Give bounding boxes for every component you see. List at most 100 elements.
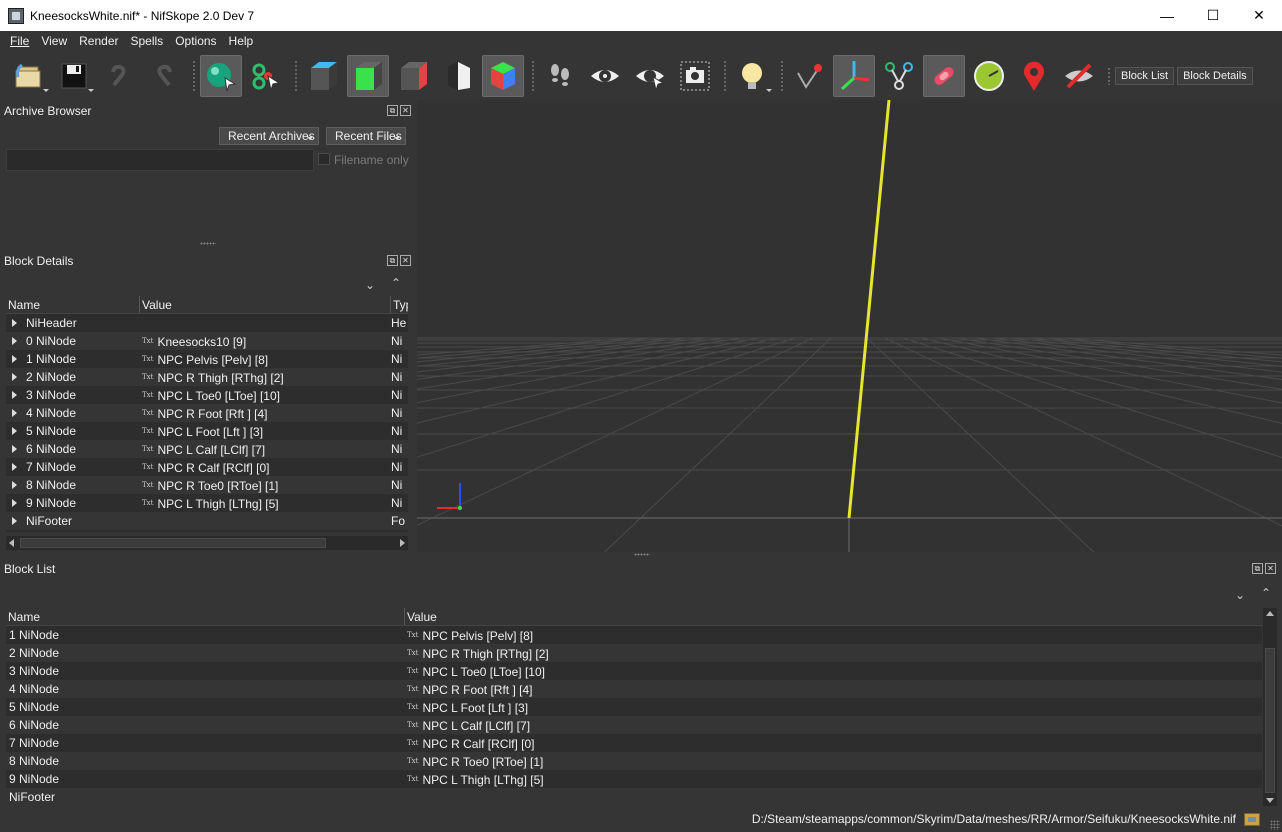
archive-filter-input[interactable] bbox=[6, 149, 314, 171]
close-dock-icon[interactable]: ✕ bbox=[400, 105, 411, 116]
expand-arrow-icon[interactable] bbox=[12, 517, 17, 525]
tree-row[interactable]: 9 NiNode Txt NPC L Thigh [LThg] [5] Ni bbox=[6, 494, 408, 512]
expand-arrow-icon[interactable] bbox=[12, 373, 17, 381]
tree-row[interactable]: 3 NiNode Txt NPC L Toe0 [LToe] [10] Ni bbox=[6, 386, 408, 404]
close-dock-icon[interactable]: ✕ bbox=[1265, 563, 1276, 574]
resize-grip-icon[interactable] bbox=[1270, 820, 1280, 830]
tree-row[interactable]: 5 NiNode Txt NPC L Foot [Lft ] [3] Ni bbox=[6, 422, 408, 440]
walk-mode-button[interactable] bbox=[539, 55, 581, 97]
list-row[interactable]: 6 NiNode Txt NPC L Calf [LClf] [7] bbox=[6, 716, 1262, 734]
expand-arrow-icon[interactable] bbox=[12, 499, 17, 507]
tree-row[interactable]: 0 NiNode Txt Kneesocks10 [9] Ni bbox=[6, 332, 408, 350]
close-dock-icon[interactable]: ✕ bbox=[400, 255, 411, 266]
show-havok-button[interactable] bbox=[968, 55, 1010, 97]
column-header-name[interactable]: Name bbox=[6, 296, 140, 313]
expand-all-icon[interactable]: ⌄ bbox=[1233, 588, 1247, 602]
column-header-name[interactable]: Name bbox=[6, 608, 405, 625]
file-browser-icon[interactable] bbox=[1244, 813, 1260, 826]
menu-view[interactable]: View bbox=[35, 31, 73, 51]
view-user-button[interactable] bbox=[437, 55, 479, 97]
block-list-tree[interactable]: Name Value 1 NiNode Txt NPC Pelvis [Pelv] … bbox=[6, 608, 1262, 806]
scroll-right-icon[interactable] bbox=[400, 539, 405, 547]
column-header-value[interactable]: Value bbox=[405, 608, 1262, 625]
collapse-all-icon[interactable]: ⌃ bbox=[1259, 586, 1273, 600]
block-details-tree[interactable]: Name Value Typ NiHeader He 0 NiNode Txt Knee… bbox=[6, 296, 408, 532]
list-row[interactable]: 7 NiNode Txt NPC R Calf [RClf] [0] bbox=[6, 734, 1262, 752]
recent-files-dropdown[interactable]: Recent Files bbox=[326, 127, 406, 145]
expand-arrow-icon[interactable] bbox=[12, 427, 17, 435]
minimize-button[interactable]: — bbox=[1144, 0, 1190, 31]
block-details-toggle-button[interactable]: Block Details bbox=[1177, 66, 1253, 85]
vertical-scrollbar[interactable] bbox=[1263, 608, 1277, 806]
list-row[interactable]: 3 NiNode Txt NPC L Toe0 [LToe] [10] bbox=[6, 662, 1262, 680]
menu-options[interactable]: Options bbox=[169, 31, 222, 51]
menu-render[interactable]: Render bbox=[73, 31, 124, 51]
list-row[interactable]: 8 NiNode Txt NPC R Toe0 [RToe] [1] bbox=[6, 752, 1262, 770]
expand-arrow-icon[interactable] bbox=[12, 391, 17, 399]
archive-splitter-handle[interactable] bbox=[200, 242, 216, 245]
expand-arrow-icon[interactable] bbox=[12, 481, 17, 489]
view-top-button[interactable] bbox=[302, 55, 344, 97]
float-dock-icon[interactable]: ⧉ bbox=[387, 255, 398, 266]
menu-file[interactable]: File bbox=[4, 31, 35, 51]
show-axes-button[interactable] bbox=[833, 54, 875, 97]
list-row[interactable]: NiFooter bbox=[6, 788, 1262, 806]
menu-help[interactable]: Help bbox=[223, 31, 260, 51]
expand-arrow-icon[interactable] bbox=[12, 319, 17, 327]
view-side-button[interactable] bbox=[392, 55, 434, 97]
filename-only-checkbox[interactable] bbox=[318, 153, 330, 165]
column-header-type[interactable]: Typ bbox=[391, 296, 408, 313]
expand-arrow-icon[interactable] bbox=[12, 337, 17, 345]
lighting-button[interactable] bbox=[731, 55, 773, 97]
tree-row[interactable]: 6 NiNode Txt NPC L Calf [LClf] [7] Ni bbox=[6, 440, 408, 458]
show-skeleton-button[interactable] bbox=[878, 55, 920, 97]
tree-row[interactable]: 4 NiNode Txt NPC R Foot [Rft ] [4] Ni bbox=[6, 404, 408, 422]
expand-all-icon[interactable]: ⌄ bbox=[363, 278, 377, 292]
render-viewport[interactable] bbox=[417, 100, 1282, 552]
undo-button[interactable] bbox=[98, 55, 140, 97]
tree-row[interactable]: 7 NiNode Txt NPC R Calf [RClf] [0] Ni bbox=[6, 458, 408, 476]
list-row[interactable]: 2 NiNode Txt NPC R Thigh [RThg] [2] bbox=[6, 644, 1262, 662]
main-splitter-handle[interactable] bbox=[634, 553, 650, 556]
list-row[interactable]: 5 NiNode Txt NPC L Foot [Lft ] [3] bbox=[6, 698, 1262, 716]
show-constraints-button[interactable] bbox=[923, 54, 965, 97]
scroll-down-icon[interactable] bbox=[1266, 798, 1274, 803]
redo-button[interactable] bbox=[143, 55, 185, 97]
block-list-toggle-button[interactable]: Block List bbox=[1115, 66, 1175, 85]
list-row[interactable]: 4 NiNode Txt NPC R Foot [Rft ] [4] bbox=[6, 680, 1262, 698]
maximize-button[interactable]: ☐ bbox=[1190, 0, 1236, 31]
screenshot-button[interactable] bbox=[674, 55, 716, 97]
collapse-all-icon[interactable]: ⌃ bbox=[389, 276, 403, 290]
scrollbar-thumb[interactable] bbox=[1265, 648, 1275, 793]
hide-objects-button[interactable] bbox=[1058, 55, 1100, 97]
column-header-value[interactable]: Value bbox=[140, 296, 391, 313]
float-dock-icon[interactable]: ⧉ bbox=[1252, 563, 1263, 574]
expand-arrow-icon[interactable] bbox=[12, 463, 17, 471]
scroll-up-icon[interactable] bbox=[1266, 611, 1274, 616]
horizontal-scrollbar[interactable] bbox=[6, 536, 408, 550]
list-row[interactable]: 1 NiNode Txt NPC Pelvis [Pelv] [8] bbox=[6, 626, 1262, 644]
show-hidden-button[interactable] bbox=[584, 55, 626, 97]
select-vertex-button[interactable] bbox=[245, 55, 287, 97]
expand-arrow-icon[interactable] bbox=[12, 445, 17, 453]
select-object-button[interactable] bbox=[200, 54, 242, 97]
tree-row[interactable]: 2 NiNode Txt NPC R Thigh [RThg] [2] Ni bbox=[6, 368, 408, 386]
recent-archives-dropdown[interactable]: Recent Archives bbox=[219, 127, 319, 145]
float-dock-icon[interactable]: ⧉ bbox=[387, 105, 398, 116]
tree-row[interactable]: NiFooter Fo bbox=[6, 512, 408, 530]
close-button[interactable]: ✕ bbox=[1236, 0, 1282, 31]
view-front-button[interactable] bbox=[347, 54, 389, 97]
view-walk-button[interactable] bbox=[482, 54, 524, 97]
open-button[interactable] bbox=[8, 55, 50, 97]
scroll-left-icon[interactable] bbox=[9, 539, 14, 547]
list-row[interactable]: 9 NiNode Txt NPC L Thigh [LThg] [5] bbox=[6, 770, 1262, 788]
tree-row[interactable]: NiHeader He bbox=[6, 314, 408, 332]
scrollbar-thumb[interactable] bbox=[20, 538, 326, 548]
menu-spells[interactable]: Spells bbox=[125, 31, 170, 51]
expand-arrow-icon[interactable] bbox=[12, 355, 17, 363]
show-markers-button[interactable] bbox=[1013, 55, 1055, 97]
show-nodes-button[interactable] bbox=[788, 55, 830, 97]
tree-row[interactable]: 1 NiNode Txt NPC Pelvis [Pelv] [8] Ni bbox=[6, 350, 408, 368]
expand-arrow-icon[interactable] bbox=[12, 409, 17, 417]
select-from-view-button[interactable] bbox=[629, 55, 671, 97]
